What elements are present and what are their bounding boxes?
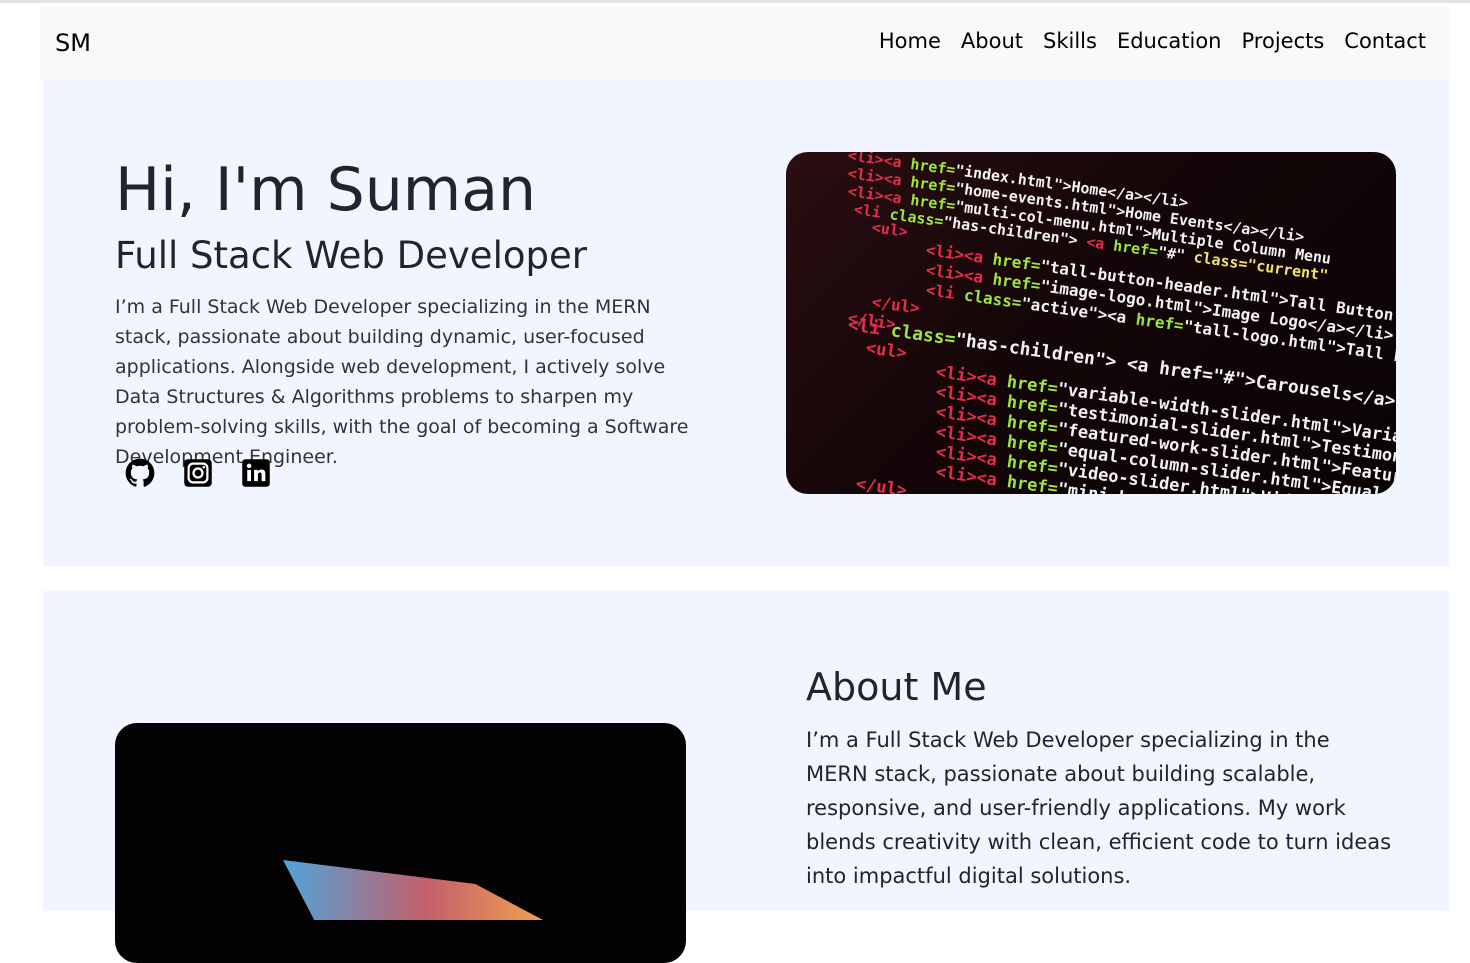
- hero-section: Hi, I'm Suman Full Stack Web Developer I…: [43, 80, 1449, 566]
- hero-code-image: <li><a href="index.html">Home</a></li> <…: [786, 152, 1396, 494]
- navbar: SM Home About Skills Education Projects …: [40, 7, 1450, 80]
- about-title: About Me: [806, 665, 987, 709]
- about-section: About Me I’m a Full Stack Web Developer …: [43, 591, 1449, 963]
- hero-title: Hi, I'm Suman: [115, 155, 536, 225]
- hero-description: I’m a Full Stack Web Developer specializ…: [115, 296, 689, 468]
- nav-link-home[interactable]: Home: [879, 29, 941, 53]
- nav-link-projects[interactable]: Projects: [1242, 29, 1325, 53]
- about-text: I’m a Full Stack Web Developer specializ…: [806, 728, 1392, 888]
- linkedin-link[interactable]: [241, 458, 271, 488]
- instagram-link[interactable]: [183, 458, 213, 488]
- brand-logo[interactable]: SM: [55, 29, 91, 57]
- nav-link-skills[interactable]: Skills: [1043, 29, 1097, 53]
- linkedin-icon: [242, 459, 270, 487]
- social-links: [125, 458, 271, 488]
- github-link[interactable]: [125, 458, 155, 488]
- instagram-icon: [184, 459, 212, 487]
- hero-subtitle: Full Stack Web Developer: [115, 234, 587, 277]
- about-laptop-image: [115, 723, 686, 963]
- top-border: [0, 0, 1470, 3]
- laptop-screen-glow: [283, 860, 543, 920]
- github-icon: [125, 458, 155, 487]
- nav-links: Home About Skills Education Projects Con…: [879, 29, 1426, 53]
- nav-link-education[interactable]: Education: [1117, 29, 1222, 53]
- nav-link-contact[interactable]: Contact: [1344, 29, 1426, 53]
- nav-link-about[interactable]: About: [961, 29, 1023, 53]
